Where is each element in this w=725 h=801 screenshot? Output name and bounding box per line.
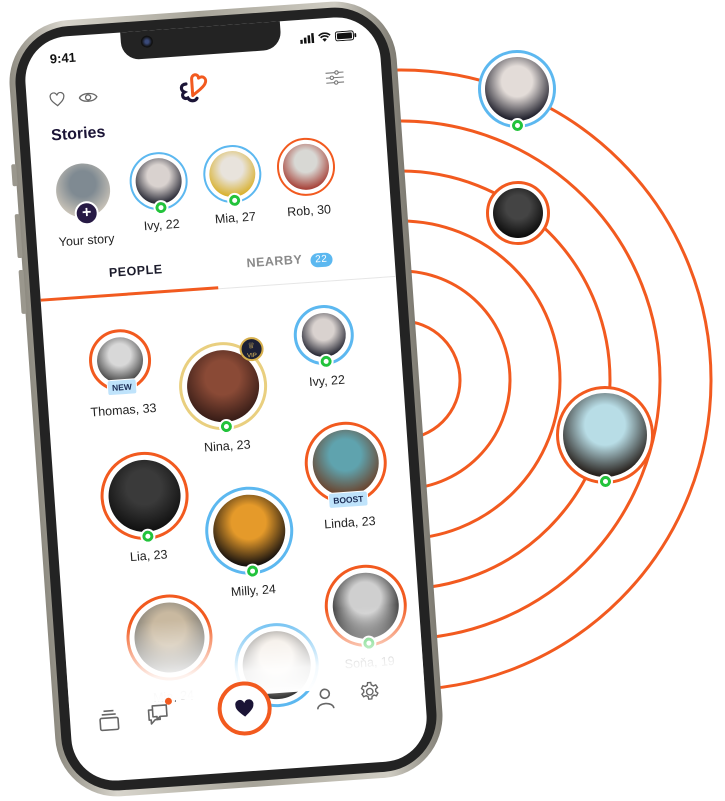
stories-heading: Stories	[50, 123, 106, 145]
app-logo	[179, 73, 208, 103]
story-item[interactable]: Ivy, 22	[121, 150, 198, 235]
new-badge: NEW	[106, 378, 138, 397]
radar-user-woman-glasses[interactable]	[556, 386, 654, 489]
avatar-photo	[106, 457, 183, 535]
person-avatar	[97, 448, 192, 543]
chat-button[interactable]	[145, 697, 173, 727]
status-time: 9:41	[49, 49, 77, 67]
person-label: Thomas, 33	[90, 400, 157, 420]
person-avatar: NEW	[86, 327, 154, 397]
avatar-photo	[485, 57, 549, 121]
avatar-photo	[493, 188, 543, 238]
online-indicator	[155, 201, 167, 214]
tab-people[interactable]: PEOPLE	[108, 262, 163, 280]
avatar-photo	[134, 156, 184, 206]
story-item[interactable]: Rob, 30	[268, 135, 345, 220]
cards-stack-icon[interactable]	[97, 708, 120, 732]
online-indicator	[220, 420, 233, 433]
app-screen: 9:41 Stories + Your story Ivy, 22 Mia, 27 Ro…	[22, 14, 430, 784]
eye-icon[interactable]	[78, 90, 98, 104]
person-avatar	[291, 303, 356, 368]
online-indicator	[320, 355, 332, 368]
phone-mockup: 9:41 Stories + Your story Ivy, 22 Mia, 27 Ro…	[5, 0, 447, 801]
person-label: Linda, 23	[323, 513, 377, 532]
battery-icon	[334, 30, 357, 42]
story-avatar	[201, 143, 264, 207]
wifi-icon	[318, 32, 331, 42]
avatar-photo	[281, 142, 331, 192]
avatar-photo	[207, 149, 257, 199]
tab-nearby[interactable]: NEARBY 22	[246, 250, 333, 272]
person-label: Ivy, 22	[308, 372, 346, 390]
profile-icon[interactable]	[314, 687, 335, 710]
story-label: Mia, 27	[214, 209, 257, 227]
vip-crown-badge: ♕ VIP	[238, 336, 265, 362]
radar-user-woman-dark-dress[interactable]	[478, 50, 556, 133]
story-label: Ivy, 22	[143, 216, 181, 234]
avatar-photo	[210, 492, 288, 570]
online-indicator	[598, 474, 613, 489]
online-indicator	[228, 194, 241, 207]
front-camera	[140, 35, 154, 49]
person-avatar: ♕ VIP	[176, 336, 271, 434]
online-indicator	[142, 530, 154, 543]
add-story-icon[interactable]: +	[73, 200, 100, 227]
story-avatar	[127, 150, 190, 214]
avatar-photo	[310, 427, 381, 499]
avatar-photo	[563, 393, 647, 477]
avatar-photo	[95, 335, 145, 385]
avatar-photo	[300, 311, 348, 359]
boost-badge: BOOST	[327, 490, 369, 510]
vip-label: VIP	[247, 352, 258, 360]
settings-gear-icon[interactable]	[358, 680, 381, 703]
radar-user-man-smiling[interactable]	[486, 181, 550, 245]
signal-icon	[300, 32, 315, 44]
tab-people-label: PEOPLE	[108, 262, 163, 280]
main-heart-button[interactable]	[215, 679, 274, 738]
story-label: Your story	[58, 231, 115, 250]
story-item[interactable]: Mia, 27	[194, 143, 271, 228]
heart-icon	[235, 699, 254, 717]
story-item[interactable]: + Your story	[45, 159, 123, 250]
person-card[interactable]: Ivy, 22	[277, 302, 373, 391]
person-card[interactable]: ♕ VIP Nina, 23	[161, 336, 286, 457]
person-avatar	[202, 483, 297, 578]
story-avatar: +	[52, 159, 115, 227]
person-label: Lia, 23	[129, 547, 168, 565]
person-avatar: BOOST	[301, 419, 390, 510]
chat-notification-dot	[164, 697, 173, 705]
nearby-count-badge: 22	[309, 252, 333, 268]
story-label: Rob, 30	[286, 202, 332, 220]
person-card[interactable]: Milly, 24	[187, 483, 312, 602]
tab-nearby-label: NEARBY	[246, 252, 303, 271]
active-tab-indicator	[40, 286, 219, 302]
online-indicator	[510, 118, 525, 133]
status-icons	[300, 30, 358, 44]
online-indicator	[246, 565, 259, 577]
person-card[interactable]: NEW Thomas, 33	[72, 326, 170, 420]
filter-sliders-icon[interactable]	[325, 69, 345, 86]
heart-outline-icon[interactable]	[48, 91, 66, 107]
story-avatar	[275, 135, 337, 198]
crown-icon: ♕	[247, 340, 256, 351]
